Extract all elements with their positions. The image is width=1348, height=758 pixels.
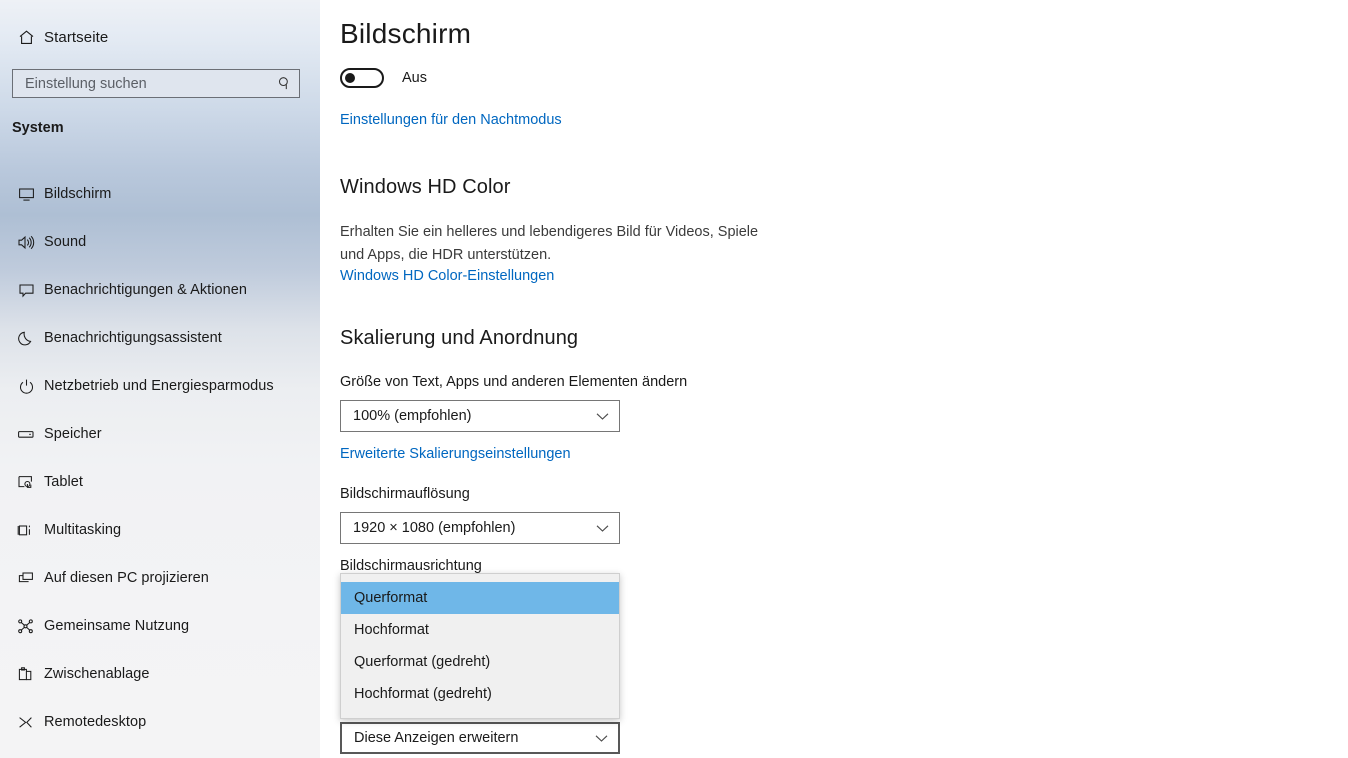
- sidebar-item-label: Auf diesen PC projizieren: [44, 570, 209, 586]
- sidebar-section-header: System: [12, 120, 64, 136]
- dropdown-option-label: Querformat (gedreht): [354, 654, 491, 670]
- sidebar: Startseite System Bildschirm: [0, 0, 320, 758]
- multitasking-icon: [10, 522, 42, 539]
- sidebar-item-label: Gemeinsame Nutzung: [44, 618, 190, 634]
- sidebar-item-label: Bildschirm: [44, 186, 112, 202]
- tablet-touch-icon: [10, 474, 42, 491]
- sidebar-item-benachrichtigungsassistent[interactable]: Benachrichtigungsassistent: [0, 314, 320, 362]
- search-input[interactable]: [13, 70, 269, 97]
- sidebar-item-sound[interactable]: Sound: [0, 218, 320, 266]
- orientation-label: Bildschirmausrichtung: [340, 558, 482, 574]
- night-mode-toggle-state: Aus: [402, 70, 427, 86]
- night-mode-toggle-row: Aus: [340, 68, 427, 88]
- dropdown-option-label: Querformat: [354, 590, 428, 606]
- settings-window: Startseite System Bildschirm: [0, 0, 1348, 758]
- search-box[interactable]: [12, 69, 300, 98]
- sidebar-item-remotedesktop[interactable]: Remotedesktop: [0, 698, 320, 746]
- page-title: Bildschirm: [340, 18, 472, 49]
- share-icon: [10, 618, 42, 635]
- scale-size-value: 100% (empfohlen): [353, 408, 472, 424]
- sidebar-item-multitasking[interactable]: Multitasking: [0, 506, 320, 554]
- speaker-icon: [10, 234, 42, 251]
- search-icon[interactable]: [269, 70, 299, 97]
- sidebar-item-netzbetrieb-energiesparmodus[interactable]: Netzbetrieb und Energiesparmodus: [0, 362, 320, 410]
- sidebar-item-label: Benachrichtigungsassistent: [44, 330, 222, 346]
- resolution-combobox[interactable]: 1920 × 1080 (empfohlen): [340, 512, 620, 544]
- dropdown-option-hochformat-gedreht[interactable]: Hochformat (gedreht): [341, 678, 619, 710]
- scaling-heading: Skalierung und Anordnung: [340, 327, 579, 349]
- sidebar-item-benachrichtigungen-aktionen[interactable]: Benachrichtigungen & Aktionen: [0, 266, 320, 314]
- chevron-down-icon: [596, 524, 609, 533]
- power-icon: [10, 378, 42, 395]
- sidebar-item-tablet[interactable]: Tablet: [0, 458, 320, 506]
- toggle-knob: [345, 73, 355, 83]
- dropdown-option-label: Hochformat: [354, 622, 429, 638]
- resolution-value: 1920 × 1080 (empfohlen): [353, 520, 516, 536]
- sidebar-item-label: Netzbetrieb und Energiesparmodus: [44, 378, 274, 394]
- sidebar-item-gemeinsame-nutzung[interactable]: Gemeinsame Nutzung: [0, 602, 320, 650]
- main-content: Bildschirm Aus Einstellungen für den Nac…: [320, 0, 1348, 758]
- sidebar-item-home[interactable]: Startseite: [0, 22, 320, 52]
- advanced-scaling-link[interactable]: Erweiterte Skalierungseinstellungen: [340, 446, 571, 462]
- sidebar-item-label: Benachrichtigungen & Aktionen: [44, 282, 247, 298]
- sidebar-item-zwischenablage[interactable]: Zwischenablage: [0, 650, 320, 698]
- hd-color-heading: Windows HD Color: [340, 176, 511, 198]
- chat-bubble-icon: [10, 282, 42, 299]
- sidebar-item-bildschirm[interactable]: Bildschirm: [0, 170, 320, 218]
- chevron-down-icon: [595, 734, 608, 743]
- sidebar-item-label: Sound: [44, 234, 87, 250]
- home-icon: [10, 29, 42, 46]
- night-mode-settings-link[interactable]: Einstellungen für den Nachtmodus: [340, 112, 562, 128]
- sidebar-nav: Bildschirm Sound Benachrichtigungen & Ak…: [0, 170, 320, 746]
- resolution-label: Bildschirmauflösung: [340, 486, 470, 502]
- project-screen-icon: [10, 570, 42, 587]
- orientation-dropdown-list[interactable]: Querformat Hochformat Querformat (gedreh…: [340, 573, 620, 719]
- dropdown-option-hochformat[interactable]: Hochformat: [341, 614, 619, 646]
- dropdown-option-label: Hochformat (gedreht): [354, 686, 492, 702]
- dropdown-option-querformat[interactable]: Querformat: [341, 582, 619, 614]
- sidebar-item-auf-diesen-pc-projizieren[interactable]: Auf diesen PC projizieren: [0, 554, 320, 602]
- multiple-displays-value: Diese Anzeigen erweitern: [354, 730, 519, 746]
- clipboard-icon: [10, 666, 42, 683]
- sidebar-item-label: Tablet: [44, 474, 83, 490]
- moon-icon: [10, 330, 42, 347]
- hd-color-settings-link[interactable]: Windows HD Color-Einstellungen: [340, 268, 554, 284]
- remote-desktop-icon: [10, 714, 42, 731]
- sidebar-item-label: Speicher: [44, 426, 102, 442]
- hd-color-description: Erhalten Sie ein helleres und lebendiger…: [340, 224, 759, 263]
- chevron-down-icon: [596, 412, 609, 421]
- dropdown-option-querformat-gedreht[interactable]: Querformat (gedreht): [341, 646, 619, 678]
- sidebar-item-label: Zwischenablage: [44, 666, 150, 682]
- monitor-icon: [10, 186, 42, 203]
- sidebar-item-speicher[interactable]: Speicher: [0, 410, 320, 458]
- sidebar-home-label: Startseite: [44, 28, 109, 46]
- sidebar-item-label: Multitasking: [44, 522, 122, 538]
- scale-size-label: Größe von Text, Apps und anderen Element…: [340, 374, 688, 390]
- sidebar-item-label: Remotedesktop: [44, 714, 147, 730]
- multiple-displays-combobox[interactable]: Diese Anzeigen erweitern: [340, 722, 620, 754]
- scale-size-combobox[interactable]: 100% (empfohlen): [340, 400, 620, 432]
- drive-icon: [10, 426, 42, 443]
- night-mode-toggle[interactable]: [340, 68, 384, 88]
